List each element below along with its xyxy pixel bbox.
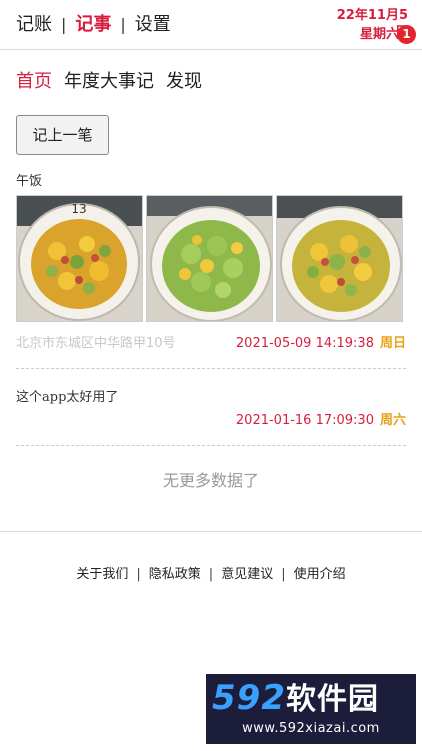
food-photo[interactable]: [146, 195, 273, 322]
footer-separator: |: [281, 567, 286, 582]
svg-text:13: 13: [71, 202, 86, 216]
watermark-number: 592: [212, 678, 286, 718]
date-widget: 22年11月5日 星期六 1: [326, 7, 416, 47]
subtab-annual-events[interactable]: 年度大事记: [64, 70, 154, 94]
footer-link-guide[interactable]: 使用介绍: [294, 567, 346, 582]
add-note-button[interactable]: 记上一笔: [16, 115, 109, 155]
footer-divider: [0, 531, 422, 532]
divider: [16, 368, 406, 369]
weekday-label: 周六: [379, 413, 406, 428]
entry-photos: 13: [16, 195, 404, 322]
food-photo[interactable]: [276, 195, 403, 322]
subtab-home[interactable]: 首页: [16, 70, 52, 94]
sub-nav: 首页 年度大事记 发现: [16, 70, 214, 94]
divider: [16, 445, 406, 446]
watermark-url: www.592xiazai.com: [242, 721, 380, 736]
subtab-discover[interactable]: 发现: [166, 70, 202, 94]
tab-notes[interactable]: 记事: [75, 13, 111, 37]
footer-link-about[interactable]: 关于我们: [76, 567, 128, 582]
footer-separator: |: [136, 567, 141, 582]
watermark-logo: 592软件园 www.592xiazai.com: [206, 674, 416, 744]
top-nav: 记账 | 记事 | 设置: [16, 13, 171, 37]
watermark-brand: 592软件园: [212, 678, 379, 720]
weekday-text: 星期六: [360, 27, 400, 42]
timestamp-text: 2021-01-16 17:09:30: [235, 413, 374, 428]
footer-links: 关于我们 | 隐私政策 | 意见建议 | 使用介绍: [0, 563, 422, 582]
entry-title: 午饭: [16, 174, 43, 189]
timestamp-text: 2021-05-09 14:19:38: [235, 336, 374, 351]
entry-title: 这个app太好用了: [16, 390, 119, 405]
nav-separator: |: [61, 15, 67, 34]
location-text: 北京市东城区中华路甲10号: [16, 336, 176, 351]
tab-bookkeeping[interactable]: 记账: [16, 13, 52, 37]
notification-badge[interactable]: 1: [397, 25, 416, 44]
tab-settings[interactable]: 设置: [135, 13, 171, 37]
nav-separator: |: [120, 15, 126, 34]
weekday-label: 周日: [379, 336, 406, 351]
watermark-name: 软件园: [285, 682, 379, 717]
entry-timestamp: 2021-05-09 14:19:38 周日: [236, 334, 406, 354]
footer-link-feedback[interactable]: 意见建议: [221, 567, 273, 582]
food-photo[interactable]: 13: [16, 195, 143, 322]
footer-separator: |: [208, 567, 214, 582]
entry-meta: 2021-01-16 17:09:30 周六: [16, 411, 406, 431]
top-bar: 记账 | 记事 | 设置 22年11月5日 星期六 1: [0, 0, 422, 50]
no-more-data-text: 无更多数据了: [162, 471, 259, 490]
entry-timestamp: 2021-01-16 17:09:30 周六: [236, 411, 406, 431]
footer-link-privacy[interactable]: 隐私政策: [149, 567, 201, 582]
entry-meta: 北京市东城区中华路甲10号 2021-05-09 14:19:38 周日: [16, 334, 406, 354]
